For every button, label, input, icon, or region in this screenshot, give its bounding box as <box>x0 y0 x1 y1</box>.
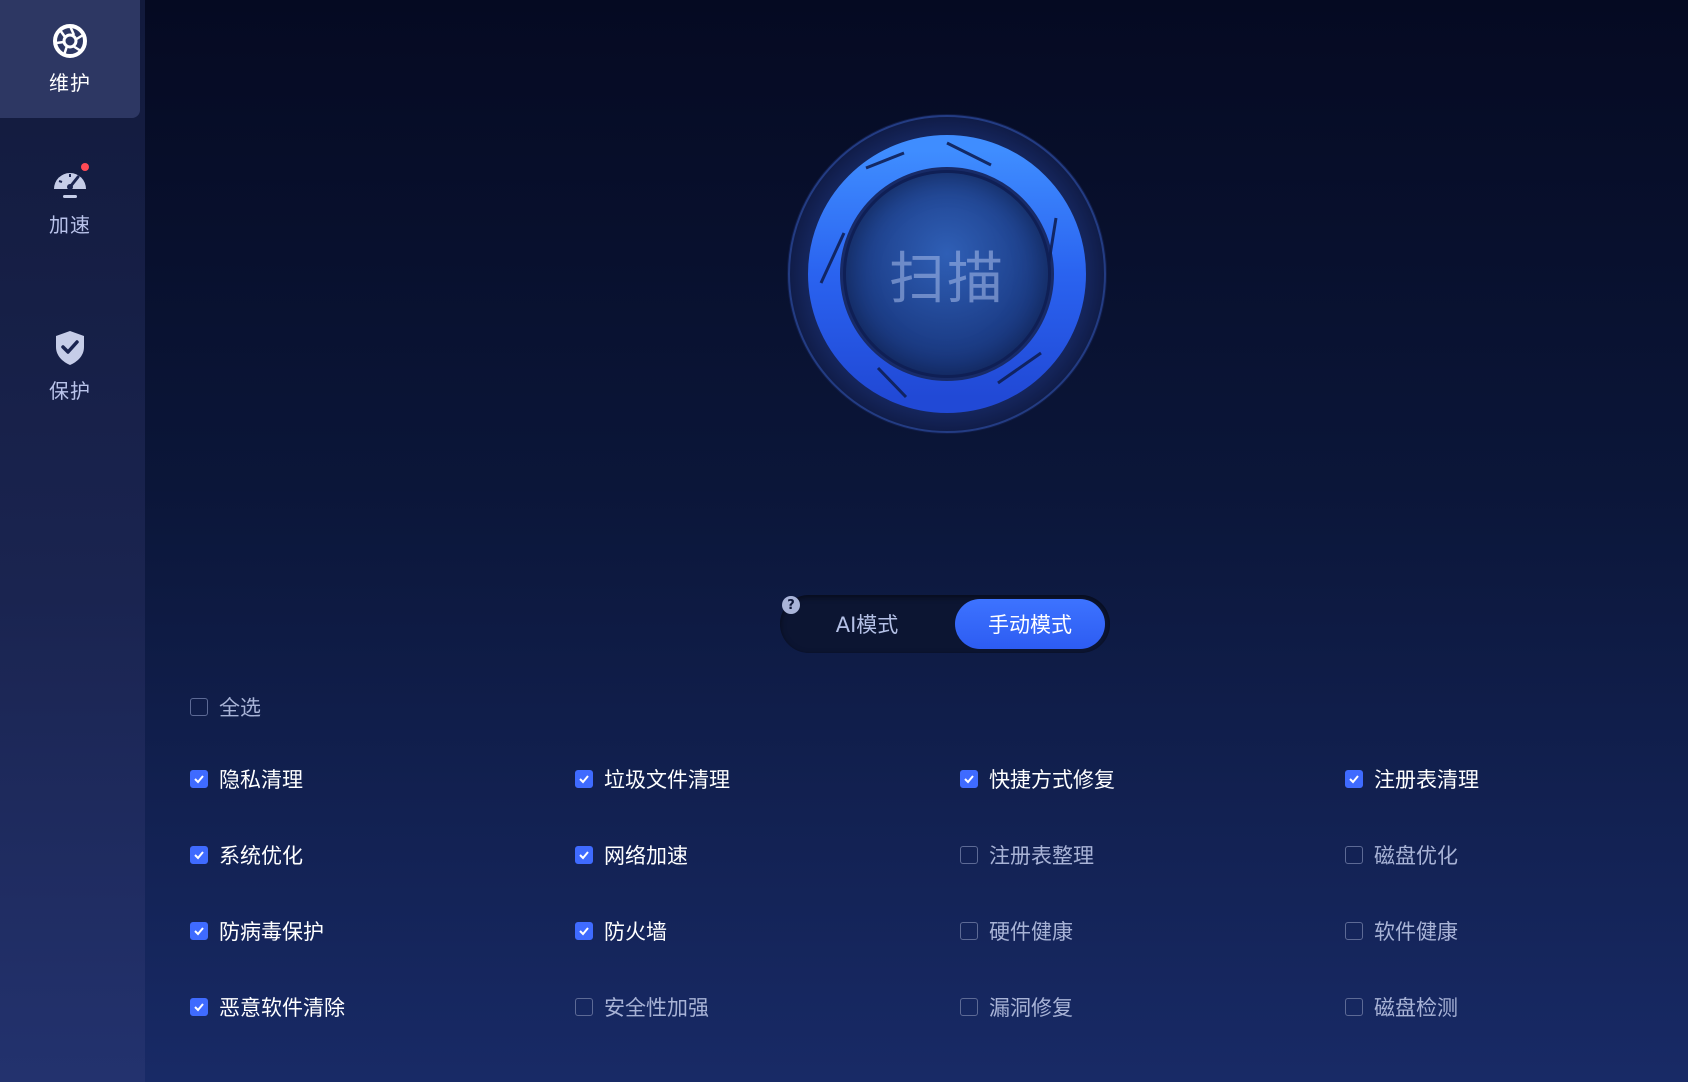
notification-dot <box>81 162 89 171</box>
sidebar-item-label: 加速 <box>49 212 91 237</box>
sidebar-item-label: 保护 <box>49 378 91 403</box>
checkbox[interactable] <box>1345 998 1363 1016</box>
checkbox[interactable] <box>575 770 593 788</box>
checkbox[interactable] <box>190 698 208 716</box>
option-label: 垃圾文件清理 <box>604 768 730 792</box>
option-shortcut-repair[interactable]: 快捷方式修复 <box>960 764 1345 794</box>
option-label: 隐私清理 <box>219 768 303 792</box>
option-label: 防病毒保护 <box>219 920 324 944</box>
scan-dial: 扫描 <box>786 113 1108 435</box>
mode-toggle: AI模式 手动模式 <box>780 595 1110 653</box>
option-hardware-health[interactable]: 硬件健康 <box>960 916 1345 946</box>
ai-mode-button[interactable]: AI模式 <box>792 599 942 649</box>
checkbox[interactable] <box>960 998 978 1016</box>
checkbox[interactable] <box>190 846 208 864</box>
app-window: 维护 加速 保护 扫描 AI模式 手动模式 ? 全选 隐私清理 垃圾文件清理 快… <box>0 0 1688 1082</box>
option-label: 安全性加强 <box>604 996 709 1020</box>
option-label: 注册表整理 <box>989 844 1094 868</box>
option-system-optimize[interactable]: 系统优化 <box>190 840 575 870</box>
checkbox[interactable] <box>190 922 208 940</box>
aperture-icon <box>52 23 88 59</box>
sidebar-item-maintain[interactable]: 维护 <box>0 0 140 118</box>
checkbox[interactable] <box>1345 770 1363 788</box>
checkbox[interactable] <box>575 922 593 940</box>
option-disk-optimize[interactable]: 磁盘优化 <box>1345 840 1490 870</box>
option-label: 系统优化 <box>219 844 303 868</box>
sidebar-item-speedup[interactable]: 加速 <box>0 142 140 260</box>
option-label: 恶意软件清除 <box>219 996 345 1020</box>
option-firewall[interactable]: 防火墙 <box>575 916 960 946</box>
option-security-hardening[interactable]: 安全性加强 <box>575 992 960 1022</box>
checkbox[interactable] <box>960 770 978 788</box>
options-grid: 隐私清理 垃圾文件清理 快捷方式修复 注册表清理 系统优化 网络加速 注册表整理… <box>190 764 1490 1068</box>
checkbox[interactable] <box>575 846 593 864</box>
speedometer-icon <box>51 162 89 201</box>
checkbox[interactable] <box>960 922 978 940</box>
checkbox[interactable] <box>1345 922 1363 940</box>
sidebar-item-protect[interactable]: 保护 <box>0 307 140 425</box>
scan-button[interactable]: 扫描 <box>846 173 1048 375</box>
shield-check-icon <box>53 329 87 367</box>
sidebar-item-label: 维护 <box>49 70 91 95</box>
option-network-speedup[interactable]: 网络加速 <box>575 840 960 870</box>
option-disk-check[interactable]: 磁盘检测 <box>1345 992 1490 1022</box>
sidebar: 维护 加速 保护 <box>0 0 145 1082</box>
select-all-checkbox[interactable]: 全选 <box>190 692 261 722</box>
help-icon[interactable]: ? <box>782 596 800 614</box>
option-privacy-cleanup[interactable]: 隐私清理 <box>190 764 575 794</box>
checkbox[interactable] <box>960 846 978 864</box>
option-label: 漏洞修复 <box>989 996 1073 1020</box>
option-registry-defrag[interactable]: 注册表整理 <box>960 840 1345 870</box>
manual-mode-button[interactable]: 手动模式 <box>955 599 1105 649</box>
option-vulnerability-fix[interactable]: 漏洞修复 <box>960 992 1345 1022</box>
option-label: 注册表清理 <box>1374 768 1479 792</box>
checkbox[interactable] <box>1345 846 1363 864</box>
option-label: 磁盘检测 <box>1374 996 1458 1020</box>
option-label: 快捷方式修复 <box>989 768 1115 792</box>
checkbox[interactable] <box>575 998 593 1016</box>
option-label: 软件健康 <box>1374 920 1458 944</box>
option-software-health[interactable]: 软件健康 <box>1345 916 1490 946</box>
select-all: 全选 <box>190 692 261 722</box>
option-label: 硬件健康 <box>989 920 1073 944</box>
option-antivirus[interactable]: 防病毒保护 <box>190 916 575 946</box>
scan-label: 扫描 <box>889 246 1005 312</box>
select-all-label: 全选 <box>219 696 261 720</box>
option-junk-file-cleanup[interactable]: 垃圾文件清理 <box>575 764 960 794</box>
option-label: 网络加速 <box>604 844 688 868</box>
checkbox[interactable] <box>190 770 208 788</box>
option-label: 磁盘优化 <box>1374 844 1458 868</box>
option-malware-removal[interactable]: 恶意软件清除 <box>190 992 575 1022</box>
option-registry-cleanup[interactable]: 注册表清理 <box>1345 764 1490 794</box>
checkbox[interactable] <box>190 998 208 1016</box>
option-label: 防火墙 <box>604 920 667 944</box>
